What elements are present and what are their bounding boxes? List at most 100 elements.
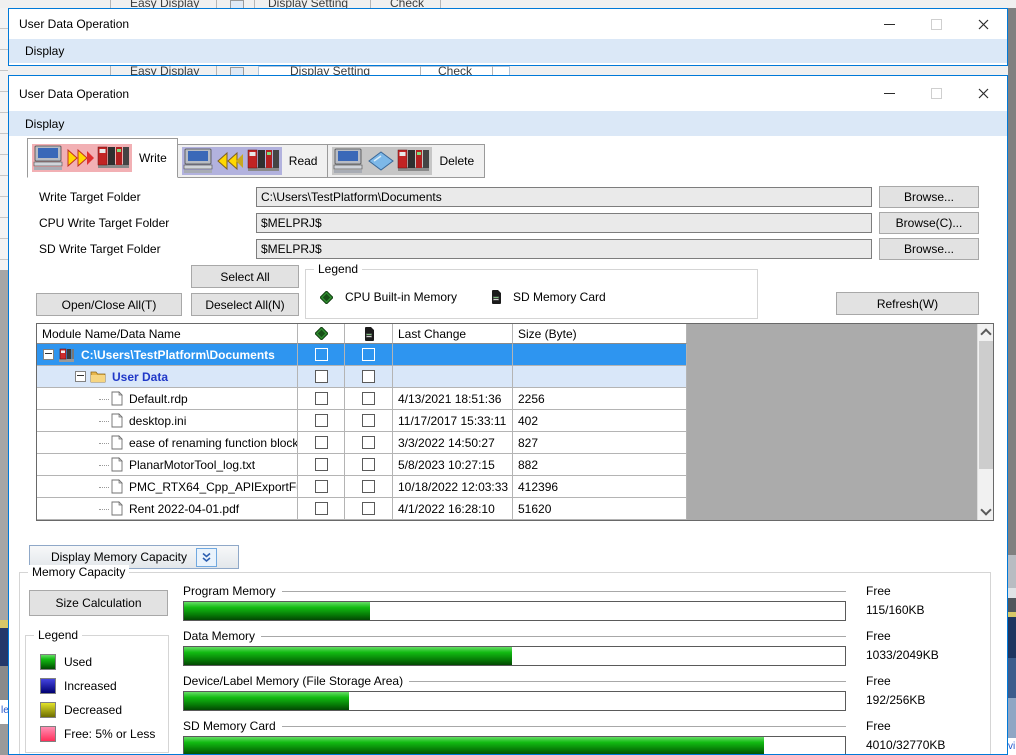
form-label: SD Write Target Folder [39, 242, 161, 256]
select-all-button[interactable]: Select All [191, 265, 299, 288]
cpu-checkbox[interactable] [315, 392, 328, 405]
back-dialog-titlebar[interactable]: User Data Operation [9, 9, 1007, 39]
chevron-down-icon [980, 504, 991, 515]
legend-item-sd: SD Memory Card [491, 290, 606, 304]
tab-write[interactable]: Write [27, 138, 178, 178]
table-scrollbar[interactable] [977, 324, 993, 520]
maximize-button[interactable] [918, 12, 954, 36]
table-row[interactable]: ease of renaming function blocks...3/3/2… [37, 432, 977, 454]
back-dialog[interactable]: User Data Operation Display [8, 8, 1008, 66]
folder-path-field[interactable]: $MELPRJ$ [256, 213, 872, 233]
size-cell: 882 [513, 454, 687, 476]
sd-checkbox[interactable] [362, 480, 375, 493]
background-block [0, 628, 8, 666]
table-row[interactable]: PlanarMotorTool_log.txt5/8/2023 10:27:15… [37, 454, 977, 476]
tree-expand-toggle[interactable] [75, 371, 86, 382]
sd-checkbox[interactable] [362, 348, 375, 361]
cpu-checkbox[interactable] [315, 458, 328, 471]
column-last-change[interactable]: Last Change [393, 324, 513, 344]
memory-bar-label: Data Memory [183, 629, 255, 643]
column-size[interactable]: Size (Byte) [513, 324, 687, 344]
menu-display[interactable]: Display [23, 117, 66, 131]
user-data-operation-dialog[interactable]: User Data Operation Display Write Read Del… [8, 75, 1008, 755]
tab-label: Read [289, 154, 318, 168]
scrollbar-down-button[interactable] [978, 504, 994, 520]
table-row[interactable]: PMC_RTX64_Cpp_APIExportFun... 10/18/2022 … [37, 476, 977, 498]
tab-delete[interactable]: Delete [328, 144, 485, 178]
background-block [1008, 588, 1016, 598]
table-filler [687, 410, 977, 432]
background-text-fragment: vi [1008, 741, 1015, 752]
memory-bar-rule [282, 591, 846, 592]
sd-checkbox[interactable] [362, 370, 375, 383]
memory-legend-title: Legend [34, 628, 82, 642]
close-button[interactable] [965, 82, 1001, 106]
memory-bar-fill [184, 737, 764, 755]
module-name-label: PMC_RTX64_Cpp_APIExportFun... [129, 480, 298, 494]
tab-label: Write [139, 151, 167, 165]
back-dialog-title: User Data Operation [19, 17, 129, 31]
target-legend-title: Legend [314, 262, 362, 276]
sd-checkbox[interactable] [362, 414, 375, 427]
table-row[interactable]: User Data [37, 366, 977, 388]
background-block [1008, 555, 1016, 588]
size-cell [513, 344, 687, 366]
scrollbar-up-button[interactable] [978, 324, 994, 340]
legend-item-label: SD Memory Card [513, 290, 606, 304]
sd-checkbox-cell [345, 454, 393, 476]
toolbar-separator [254, 0, 255, 8]
column-module-name[interactable]: Module Name/Data Name [37, 324, 298, 344]
file-icon [111, 391, 123, 406]
browse-button[interactable]: Browse... [879, 238, 979, 260]
module-name-cell: User Data [37, 366, 298, 388]
table-row[interactable]: Default.rdp4/13/2021 18:51:362256 [37, 388, 977, 410]
table-filler [687, 366, 977, 388]
legend-label: Free: 5% or Less [64, 727, 155, 741]
tab-read[interactable]: Read [178, 144, 329, 178]
folder-path-field[interactable]: $MELPRJ$ [256, 239, 872, 259]
tree-expand-toggle[interactable] [43, 349, 54, 360]
minimize-icon [884, 93, 895, 94]
sd-checkbox[interactable] [362, 392, 375, 405]
collapse-toggle[interactable] [196, 548, 217, 567]
toolbar-item-easy-display: Easy Display [130, 0, 199, 8]
browse-button[interactable]: Browse... [879, 186, 979, 208]
browse-button[interactable]: Browse(C)... [879, 212, 979, 234]
sd-checkbox-cell [345, 432, 393, 454]
refresh-button[interactable]: Refresh(W) [836, 292, 979, 315]
close-button[interactable] [965, 12, 1001, 36]
size-cell [513, 366, 687, 388]
last-change-cell [393, 344, 513, 366]
dialog-titlebar[interactable]: User Data Operation [9, 76, 1007, 111]
cpu-checkbox[interactable] [315, 348, 328, 361]
folder-path-field[interactable]: C:\Users\TestPlatform\Documents [256, 187, 872, 207]
table-row[interactable]: Rent 2022-04-01.pdf4/1/2022 16:28:105162… [37, 498, 977, 520]
memory-bar-label: Program Memory [183, 584, 276, 598]
table-row[interactable]: desktop.ini11/17/2017 15:33:11402 [37, 410, 977, 432]
sd-checkbox-cell [345, 410, 393, 432]
sd-checkbox[interactable] [362, 502, 375, 515]
minimize-button[interactable] [871, 12, 907, 36]
minimize-button[interactable] [871, 82, 907, 106]
table-row[interactable]: C:\Users\TestPlatform\Documents [37, 344, 977, 366]
menu-display[interactable]: Display [23, 44, 66, 58]
last-change-cell: 10/18/2022 12:03:33 [393, 476, 513, 498]
last-change-cell: 4/1/2022 16:28:10 [393, 498, 513, 520]
free-value: 4010/32770KB [866, 738, 945, 752]
cpu-checkbox[interactable] [315, 370, 328, 383]
scrollbar-thumb[interactable] [979, 341, 993, 469]
cpu-checkbox[interactable] [315, 414, 328, 427]
legend-label: Used [64, 655, 92, 669]
maximize-button[interactable] [918, 82, 954, 106]
column-cpu-memory[interactable] [298, 324, 345, 344]
size-calculation-button[interactable]: Size Calculation [29, 590, 168, 616]
sd-checkbox[interactable] [362, 436, 375, 449]
cpu-checkbox[interactable] [315, 502, 328, 515]
open-close-all-button[interactable]: Open/Close All(T) [36, 293, 182, 316]
sd-checkbox[interactable] [362, 458, 375, 471]
column-sd-card[interactable] [345, 324, 393, 344]
deselect-all-button[interactable]: Deselect All(N) [191, 293, 299, 316]
cpu-checkbox[interactable] [315, 480, 328, 493]
free-label: Free [866, 674, 891, 688]
cpu-checkbox[interactable] [315, 436, 328, 449]
